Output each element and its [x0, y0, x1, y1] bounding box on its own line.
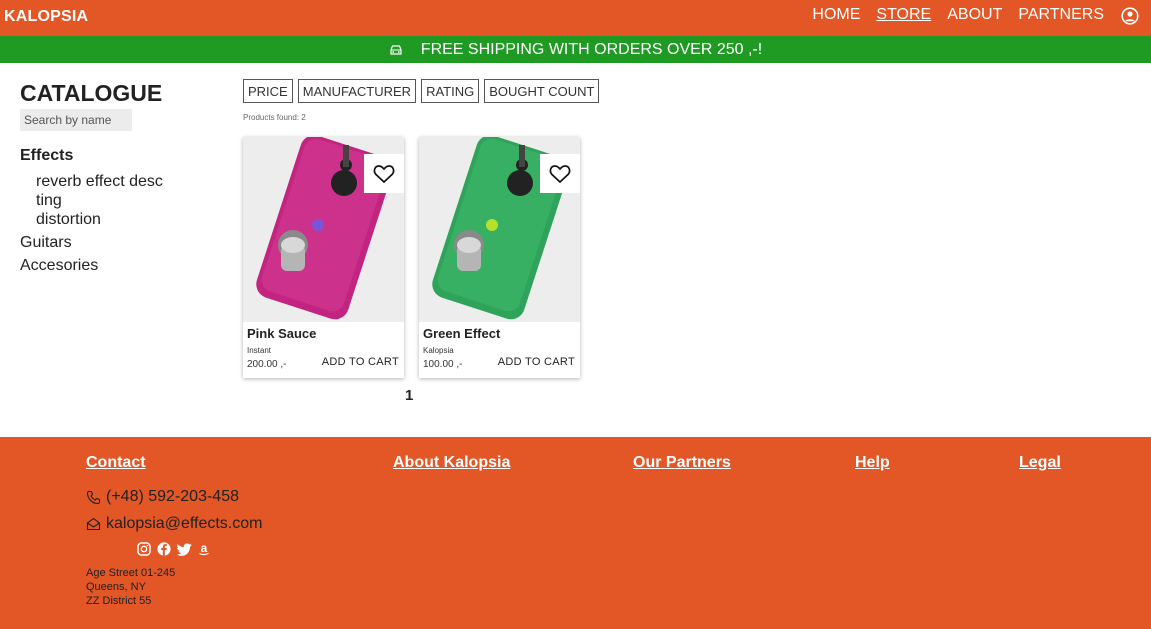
- subcategory-list: reverb effect desc ting distortion: [20, 172, 180, 229]
- store-address: Age Street 01-245 Queens, NY ZZ District…: [86, 566, 175, 608]
- pagination-page-1[interactable]: 1: [405, 387, 413, 404]
- phone-number[interactable]: (+48) 592-203-458: [106, 488, 239, 506]
- filter-price-button[interactable]: PRICE: [243, 79, 293, 103]
- heart-icon: [373, 164, 395, 183]
- user-circle-icon[interactable]: [1121, 7, 1139, 25]
- amazon-icon[interactable]: a: [197, 541, 211, 556]
- category-guitars[interactable]: Guitars: [20, 233, 190, 252]
- main-nav: HOME STORE ABOUT PARTNERS: [812, 6, 1104, 24]
- filter-rating-button[interactable]: RATING: [421, 79, 480, 103]
- free-shipping-banner: FREE SHIPPING WITH ORDERS OVER 250 ,-!: [0, 36, 1151, 63]
- nav-partners[interactable]: PARTNERS: [1018, 6, 1104, 24]
- favorite-heart-button[interactable]: [540, 154, 580, 193]
- phone-icon: [86, 490, 101, 504]
- nav-store[interactable]: STORE: [876, 6, 931, 24]
- twitter-icon[interactable]: [176, 542, 192, 556]
- address-line: ZZ District 55: [86, 595, 152, 607]
- subcategory-reverb[interactable]: reverb effect desc ting: [36, 172, 180, 210]
- search-input[interactable]: [20, 109, 132, 131]
- facebook-icon[interactable]: [157, 542, 171, 556]
- product-card[interactable]: Green Effect Kalopsia 100.00 ,- ADD TO C…: [419, 137, 580, 378]
- subcategory-distortion[interactable]: distortion: [36, 210, 180, 229]
- add-to-cart-button[interactable]: ADD TO CART: [322, 356, 399, 368]
- filter-manufacturer-button[interactable]: MANUFACTURER: [297, 79, 417, 103]
- heart-icon: [549, 164, 571, 183]
- footer-link-contact[interactable]: Contact: [86, 454, 146, 472]
- category-accesories[interactable]: Accesories: [20, 256, 190, 275]
- instagram-icon[interactable]: [137, 542, 151, 556]
- footer-link-partners[interactable]: Our Partners: [633, 454, 731, 472]
- nav-about[interactable]: ABOUT: [947, 6, 1002, 24]
- product-card[interactable]: Pink Sauce Instant 200.00 ,- ADD TO CART: [243, 137, 404, 378]
- nav-home[interactable]: HOME: [812, 6, 860, 24]
- email-address[interactable]: kalopsia@effects.com: [106, 515, 262, 533]
- car-icon: [390, 44, 402, 55]
- address-line: Queens, NY: [86, 581, 146, 593]
- top-navbar: KALOPSIA HOME STORE ABOUT PARTNERS: [0, 0, 1151, 36]
- category-effects[interactable]: Effects: [20, 147, 190, 165]
- social-links: a: [137, 541, 211, 556]
- sort-filters: PRICE MANUFACTURER RATING BOUGHT COUNT: [243, 79, 600, 103]
- product-name[interactable]: Green Effect: [423, 326, 500, 341]
- footer-link-about[interactable]: About Kalopsia: [393, 454, 510, 472]
- footer-link-legal[interactable]: Legal: [1019, 454, 1061, 472]
- envelope-open-icon: [86, 517, 101, 531]
- footer-email: kalopsia@effects.com: [86, 515, 262, 533]
- footer-phone: (+48) 592-203-458: [86, 488, 239, 506]
- address-line: Age Street 01-245: [86, 567, 176, 579]
- add-to-cart-button[interactable]: ADD TO CART: [498, 356, 575, 368]
- footer-link-help[interactable]: Help: [855, 454, 890, 472]
- product-price: 200.00 ,-: [247, 359, 287, 370]
- footer: Contact About Kalopsia Our Partners Help…: [0, 437, 1151, 629]
- product-manufacturer: Kalopsia: [423, 346, 454, 355]
- product-manufacturer: Instant: [247, 346, 272, 355]
- filter-bought-count-button[interactable]: BOUGHT COUNT: [484, 79, 600, 103]
- product-price: 100.00 ,-: [423, 359, 463, 370]
- brand-logo[interactable]: KALOPSIA: [4, 8, 88, 26]
- product-name[interactable]: Pink Sauce: [247, 326, 316, 341]
- category-sidebar: Effects reverb effect desc ting distorti…: [20, 147, 190, 275]
- catalogue-title: CATALOGUE: [20, 80, 163, 106]
- banner-text: FREE SHIPPING WITH ORDERS OVER 250 ,-!: [420, 40, 763, 58]
- svg-text:a: a: [201, 542, 208, 555]
- favorite-heart-button[interactable]: [364, 154, 404, 193]
- products-found-count: Products found: 2: [243, 113, 306, 122]
